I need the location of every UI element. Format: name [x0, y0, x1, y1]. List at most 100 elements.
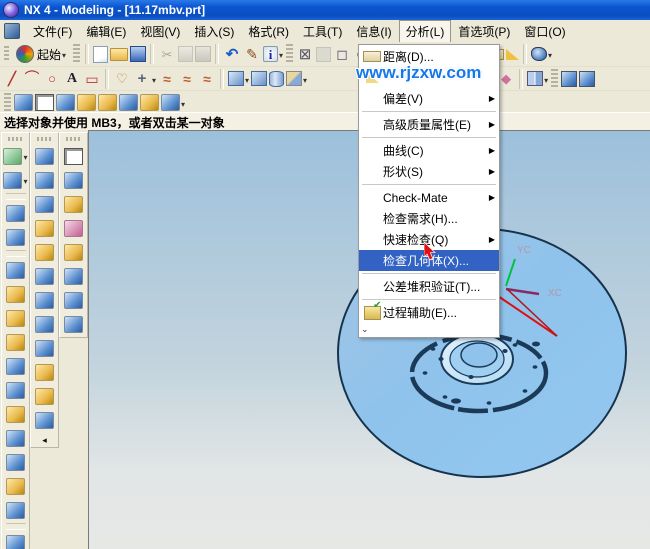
new-file-icon[interactable]: [92, 44, 109, 64]
assembly-icon[interactable]: [578, 69, 596, 89]
direct-sketch-icon[interactable]: [242, 44, 262, 64]
exploded-view-icon[interactable]: [139, 93, 160, 113]
assembly-navigator-icon[interactable]: [61, 169, 87, 191]
toolbar-grip[interactable]: [4, 46, 9, 62]
menu-item-advanced-mass-properties[interactable]: 高级质量属性(E) ▶: [359, 114, 499, 135]
block-icon[interactable]: [3, 259, 29, 281]
shell-icon[interactable]: [3, 427, 29, 449]
sphere-icon[interactable]: [3, 226, 29, 248]
menu-item-check-mate[interactable]: Check-Mate ▶: [359, 187, 499, 208]
collapse-toolbar-arrow[interactable]: ◂: [61, 337, 87, 338]
revolve-icon[interactable]: [250, 69, 268, 89]
chamfer-icon[interactable]: [3, 532, 29, 549]
tool-palette-icon[interactable]: [61, 241, 87, 263]
ruled-surface-icon[interactable]: [32, 217, 58, 239]
system-materials-icon[interactable]: [61, 313, 87, 335]
replace-component-icon[interactable]: [97, 93, 118, 113]
undo-icon[interactable]: [222, 44, 242, 64]
circle-icon[interactable]: [42, 69, 62, 89]
cylinder-icon[interactable]: [268, 69, 285, 89]
mirror-feature-icon[interactable]: [526, 69, 549, 89]
toolbar-grip[interactable]: [8, 137, 24, 141]
blend-icon[interactable]: [3, 499, 29, 521]
menu-item-shape[interactable]: 形状(S) ▶: [359, 161, 499, 182]
menubar-item[interactable]: 编辑(E): [79, 20, 133, 43]
toolbar-grip[interactable]: [66, 137, 82, 141]
line-icon[interactable]: [2, 69, 22, 89]
shaded-view-icon[interactable]: [315, 44, 332, 64]
menubar-item[interactable]: 插入(S): [187, 20, 241, 43]
roles-icon[interactable]: [61, 289, 87, 311]
menubar-item[interactable]: 分析(L): [399, 20, 452, 43]
arc-icon[interactable]: [22, 69, 42, 89]
cut-icon[interactable]: [157, 44, 177, 64]
hole-icon[interactable]: [3, 283, 29, 305]
web-browser-icon[interactable]: [61, 265, 87, 287]
boss-icon[interactable]: [3, 307, 29, 329]
sew-icon[interactable]: [32, 409, 58, 431]
assembly-constraint-icon[interactable]: [13, 93, 34, 113]
history-icon[interactable]: [61, 217, 87, 239]
start-button[interactable]: 起始: [11, 44, 71, 64]
mating-condition-icon[interactable]: [118, 93, 139, 113]
section-surface-icon[interactable]: [32, 289, 58, 311]
wave-link-icon[interactable]: [160, 93, 186, 113]
menubar-item[interactable]: 窗口(O): [517, 20, 572, 43]
menu-expand-chevron[interactable]: ⌄ ▶: [359, 323, 499, 336]
pad-icon[interactable]: [3, 355, 29, 377]
selection-filter-button[interactable]: [3, 145, 29, 167]
through-curves-icon[interactable]: [32, 241, 58, 263]
menubar-item[interactable]: 工具(T): [296, 20, 349, 43]
information-icon[interactable]: [262, 44, 284, 64]
trim-body-icon[interactable]: [3, 451, 29, 473]
component-pattern-icon[interactable]: [34, 93, 55, 113]
swept-icon[interactable]: [32, 265, 58, 287]
measure-angle-icon[interactable]: [505, 44, 520, 64]
copy-icon[interactable]: [177, 44, 194, 64]
menu-item-process-aid[interactable]: 过程辅助(E)... ▶: [359, 302, 499, 323]
revolve-feature-icon[interactable]: [32, 169, 58, 191]
menu-item-tolerance-stackup-validation[interactable]: 公差堆积验证(T)... ▶: [359, 276, 499, 297]
rectangle-icon[interactable]: [82, 69, 102, 89]
add-component-icon[interactable]: [55, 93, 76, 113]
extrude-feature-icon[interactable]: [32, 145, 58, 167]
menubar-item[interactable]: 格式(R): [241, 20, 296, 43]
menubar-item[interactable]: 文件(F): [26, 20, 79, 43]
boolean-icon[interactable]: [285, 69, 308, 89]
profile-icon[interactable]: [112, 69, 132, 89]
part-navigator-icon[interactable]: [61, 145, 87, 167]
expression-icon[interactable]: [3, 379, 29, 401]
zoom-region-icon[interactable]: [332, 44, 352, 64]
sweep-feature-icon[interactable]: [32, 193, 58, 215]
datum-axis-icon[interactable]: [132, 69, 157, 89]
paste-icon[interactable]: [194, 44, 212, 64]
n-sided-surface-icon[interactable]: [32, 313, 58, 335]
bounded-plane-icon[interactable]: [32, 361, 58, 383]
menubar-item[interactable]: 信息(I): [349, 20, 398, 43]
move-component-icon[interactable]: [76, 93, 97, 113]
menu-item-deviation[interactable]: 偏差(V) ▶: [359, 88, 499, 109]
menu-item-check-requirement[interactable]: 检查需求(H)... ▶: [359, 208, 499, 229]
groove-icon[interactable]: [3, 403, 29, 425]
thicken-icon[interactable]: [32, 385, 58, 407]
fit-view-icon[interactable]: [295, 44, 315, 64]
menu-item-curve[interactable]: 曲线(C) ▶: [359, 140, 499, 161]
sketch-icon[interactable]: [3, 202, 29, 224]
collapse-toolbar-arrow[interactable]: ◂: [32, 433, 58, 447]
pocket-icon[interactable]: [3, 331, 29, 353]
open-file-icon[interactable]: [109, 44, 129, 64]
extrude-icon[interactable]: [227, 69, 250, 89]
snap-point-button[interactable]: [3, 169, 29, 191]
fit-spline-icon[interactable]: [197, 69, 217, 89]
solid-body-icon[interactable]: [560, 69, 578, 89]
studio-spline-icon[interactable]: [177, 69, 197, 89]
offset-surface-icon[interactable]: [32, 337, 58, 359]
text-icon[interactable]: [62, 69, 82, 89]
spline-icon[interactable]: [157, 69, 177, 89]
measure-body-icon[interactable]: [530, 44, 553, 64]
save-icon[interactable]: [129, 44, 147, 64]
toolbar-grip[interactable]: [37, 137, 53, 141]
menubar-item[interactable]: 视图(V): [133, 20, 187, 43]
split-body-icon[interactable]: [3, 475, 29, 497]
reuse-library-icon[interactable]: [61, 193, 87, 215]
